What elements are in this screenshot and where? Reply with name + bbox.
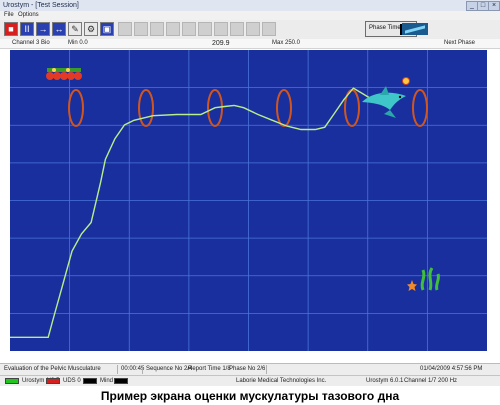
arrow-right-icon: → xyxy=(38,24,48,34)
toolbar-disabled-button[interactable] xyxy=(214,22,228,36)
toolbar-disabled-button[interactable] xyxy=(166,22,180,36)
menu-file[interactable]: File xyxy=(4,11,14,20)
target-ring xyxy=(276,89,292,127)
elapsed-time: 00:00:45 xyxy=(121,366,145,372)
stop-button[interactable]: ■ xyxy=(4,22,18,36)
swap-arrows-icon: ↔ xyxy=(54,24,64,34)
toolbar-disabled-button[interactable] xyxy=(134,22,148,36)
back-button[interactable]: ↔ xyxy=(52,22,66,36)
stop-icon: ■ xyxy=(8,24,14,34)
max-label: Max 250.0 xyxy=(272,40,301,46)
close-button[interactable]: × xyxy=(488,1,500,11)
report-time: Report Time 1/8 xyxy=(188,366,231,372)
company-name: Laborie Medical Technologies Inc. xyxy=(236,378,327,384)
min-label: Min 0.0 xyxy=(68,40,88,46)
target-ring xyxy=(138,89,154,127)
toolbar-disabled-button[interactable] xyxy=(182,22,196,36)
phase-number: Phase No 2/6 xyxy=(229,366,266,372)
fruit-cluster-icon xyxy=(46,68,82,80)
next-button[interactable]: → xyxy=(36,22,50,36)
target-ring xyxy=(412,89,428,127)
floppy-icon: ▣ xyxy=(102,23,112,34)
channel-label: Channel 3 Bio xyxy=(12,40,50,46)
toolbar-disabled-button[interactable] xyxy=(262,22,276,36)
legend-swatch-green xyxy=(5,378,19,384)
version-label: Urostym 6.0.1 xyxy=(366,378,404,384)
status-bar: Evaluation of the Pelvic Musculature 00:… xyxy=(0,363,500,375)
legend-label: UDS 0 xyxy=(63,378,81,384)
toolbar-disabled-button[interactable] xyxy=(198,22,212,36)
pause-icon: II xyxy=(24,24,30,34)
toolbar-disabled-button[interactable] xyxy=(246,22,260,36)
date-time: 01/04/2009 4:57:56 PM xyxy=(420,366,483,372)
tool-button[interactable]: ✎ xyxy=(68,22,82,36)
info-bar: Channel 3 Bio Min 0.0 209.9 Max 250.0 Ne… xyxy=(0,39,500,49)
gear-icon: ⚙ xyxy=(86,23,96,34)
toolbar-disabled-button[interactable] xyxy=(150,22,164,36)
plot-area xyxy=(10,50,487,351)
starfish-icon xyxy=(407,280,417,291)
channel-info: Channel 1/7 200 Hz xyxy=(404,378,458,384)
wrench-icon: ✎ xyxy=(71,23,79,34)
legend-bar: Urostym 1/2.5 UDS 0 Mind Laborie Medical… xyxy=(0,375,500,386)
target-ring xyxy=(68,89,84,127)
window-title: Urostym - [Test Session] xyxy=(3,2,79,9)
legend-swatch-red xyxy=(46,378,60,384)
sequence-number: Sequence No 2/4 xyxy=(146,366,193,372)
game-chart xyxy=(10,50,487,351)
company-logo xyxy=(402,23,428,35)
next-phase-label: Next Phase xyxy=(444,40,476,46)
dolphin-icon xyxy=(362,77,410,118)
phase-time-label: Phase Time xyxy=(369,25,401,31)
current-value: 209.9 xyxy=(212,40,230,47)
caption: Пример экрана оценки мускулатуры тазовог… xyxy=(100,389,400,403)
save-button[interactable]: ▣ xyxy=(100,22,114,36)
toolbar-disabled-button[interactable] xyxy=(230,22,244,36)
settings-button[interactable]: ⚙ xyxy=(84,22,98,36)
left-margin xyxy=(0,50,10,351)
legend-swatch-black xyxy=(83,378,97,384)
toolbar-disabled-button[interactable] xyxy=(118,22,132,36)
evaluation-label: Evaluation of the Pelvic Musculature xyxy=(4,366,101,372)
legend-label: Mind xyxy=(100,378,114,384)
legend-swatch-black xyxy=(114,378,128,384)
seaweed-icon xyxy=(420,267,440,291)
menu-options[interactable]: Options xyxy=(18,11,39,20)
pause-button[interactable]: II xyxy=(20,22,34,36)
menu-bar: File Options xyxy=(0,11,500,20)
